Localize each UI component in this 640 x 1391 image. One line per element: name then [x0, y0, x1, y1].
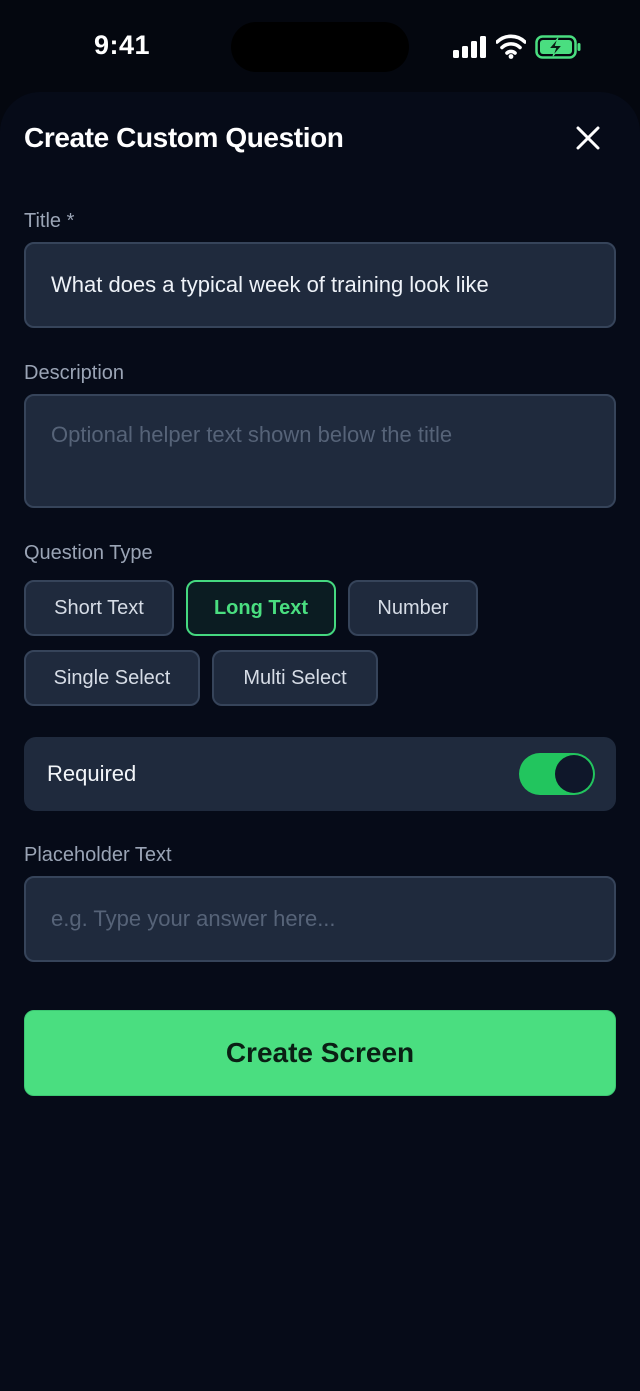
- signal-icon: [453, 36, 486, 58]
- title-input-value: What does a typical week of training loo…: [51, 272, 489, 297]
- description-placeholder: Optional helper text shown below the tit…: [51, 422, 453, 447]
- status-bar: 9:41: [0, 0, 640, 92]
- required-label: Required: [47, 761, 137, 786]
- title-input[interactable]: What does a typical week of training loo…: [24, 242, 616, 328]
- dynamic-island: [231, 22, 409, 72]
- required-toggle[interactable]: [519, 753, 595, 795]
- type-option-number[interactable]: Number: [348, 580, 478, 636]
- type-option-short-text[interactable]: Short Text: [24, 580, 174, 636]
- type-option-single-select[interactable]: Single Select: [24, 650, 200, 706]
- wifi-icon: [496, 34, 526, 59]
- create-screen-button[interactable]: Create Screen: [24, 1010, 616, 1096]
- type-option-long-text[interactable]: Long Text: [186, 580, 336, 636]
- battery-charging-icon: [535, 35, 581, 59]
- page-title: Create Custom Question: [24, 122, 344, 153]
- description-input[interactable]: Optional helper text shown below the tit…: [24, 394, 616, 508]
- description-label: Description: [24, 362, 125, 384]
- close-button[interactable]: [568, 118, 608, 158]
- close-icon: [576, 126, 600, 150]
- placeholder-text-placeholder: e.g. Type your answer here...: [51, 906, 336, 931]
- required-row: Required: [24, 737, 616, 811]
- placeholder-text-label: Placeholder Text: [24, 844, 172, 866]
- toggle-knob: [555, 755, 593, 793]
- status-time: 9:41: [94, 30, 151, 60]
- question-type-label: Question Type: [24, 542, 153, 564]
- title-label: Title *: [24, 210, 75, 232]
- placeholder-text-input[interactable]: e.g. Type your answer here...: [24, 876, 616, 962]
- type-option-multi-select[interactable]: Multi Select: [212, 650, 378, 706]
